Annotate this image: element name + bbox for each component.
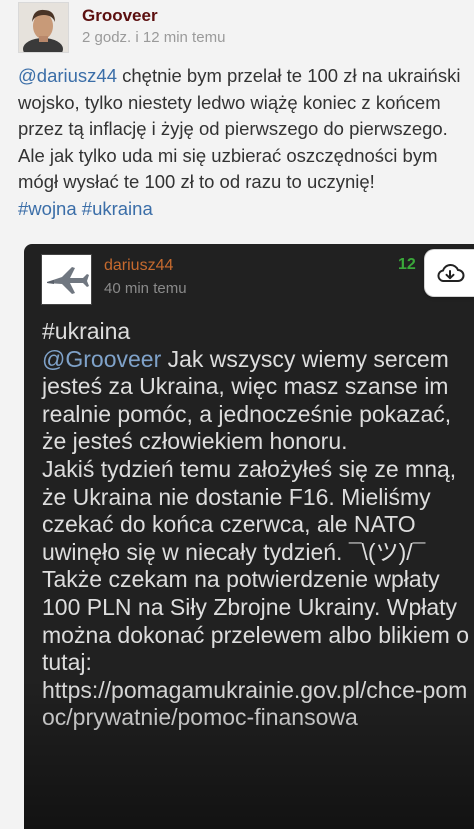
post-timestamp[interactable]: 2 godz. i 12 min temu (82, 29, 225, 46)
embedded-avatar (41, 254, 92, 305)
embedded-author: dariusz44 (104, 257, 174, 274)
avatar[interactable] (18, 2, 69, 53)
embedded-url: https://pomagamukrainie.gov.pl/chce-pomo… (42, 676, 468, 731)
man-portrait-avatar-icon (19, 3, 68, 52)
post-header: Grooveer 2 godz. i 12 min temu (0, 0, 474, 62)
post-content: @dariusz44 chętnie bym przelał te 100 zł… (18, 63, 470, 222)
tag-link[interactable]: #ukraina (82, 198, 153, 219)
embedded-timestamp: 40 min temu (104, 280, 187, 297)
embedded-mention: @Grooveer (42, 345, 162, 372)
embedded-tag: #ukraina (42, 318, 131, 344)
cloud-download-icon (436, 264, 464, 282)
embedded-comment-text: #ukraina @Grooveer Jak wszyscy wiemy serc… (42, 318, 474, 732)
embedded-paragraph-3: Także czekam na potwierdzenie wpłaty 100… (42, 566, 469, 676)
embedded-vote-count: 12 (398, 256, 416, 273)
tag-link[interactable]: #wojna (18, 198, 77, 219)
fighter-jet-icon (42, 255, 91, 304)
post-mention[interactable]: @dariusz44 (18, 65, 117, 86)
post-author[interactable]: Grooveer (82, 6, 158, 26)
download-button[interactable] (424, 249, 474, 297)
embedded-screenshot[interactable]: dariusz44 40 min temu 12 #ukraina @Groove… (24, 244, 474, 829)
embedded-paragraph-2: Jakiś tydzień temu założyłeś się ze mną,… (42, 455, 457, 565)
